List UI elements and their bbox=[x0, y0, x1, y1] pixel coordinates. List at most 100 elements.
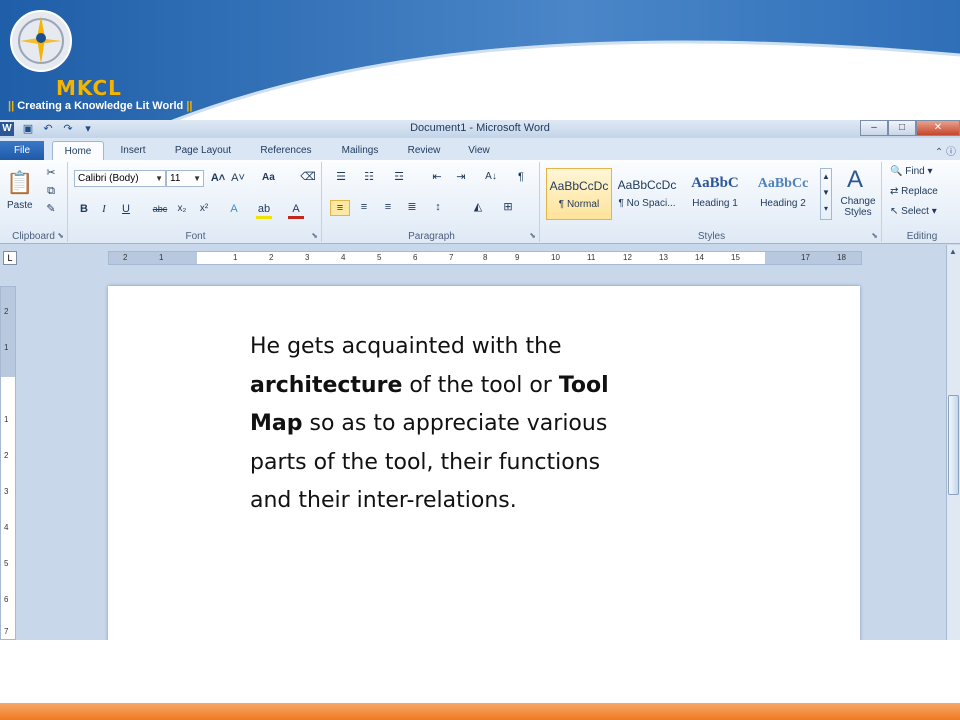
change-styles-label-2: Styles bbox=[844, 207, 872, 218]
style-normal[interactable]: AaBbCcDc ¶ Normal bbox=[546, 168, 612, 220]
ruler-tick: 8 bbox=[483, 253, 488, 262]
editing-group-label: Editing bbox=[906, 231, 938, 242]
change-styles-button[interactable]: Change Styles bbox=[838, 196, 878, 218]
paragraph-group: ☰ ☷ ☲ ⇤ ⇥ A↓ ¶ ≡ ≡ ≡ ≣ ↕ ◭ ⊞ Paragraph ⬊ bbox=[324, 162, 540, 242]
sort-icon[interactable]: A↓ bbox=[482, 170, 500, 184]
ruler-tick: 2 bbox=[269, 253, 274, 262]
change-styles-label-1: Change bbox=[840, 196, 876, 207]
multilevel-list-icon[interactable]: ☲ bbox=[390, 170, 408, 184]
vertical-ruler[interactable]: 2 1 1 2 3 4 5 6 7 bbox=[0, 286, 16, 640]
tab-review[interactable]: Review bbox=[398, 141, 450, 160]
styles-group-label: Styles bbox=[697, 231, 726, 242]
text-line-5: and their inter-relations. bbox=[250, 488, 517, 513]
tagline-bar-left: || bbox=[8, 100, 15, 112]
tab-references[interactable]: References bbox=[250, 141, 322, 160]
font-color-icon[interactable]: A bbox=[288, 202, 304, 219]
text-line-2: of the tool or bbox=[402, 372, 559, 398]
ruler-right-margin bbox=[765, 252, 861, 264]
ribbon-help-controls[interactable]: ⌃ ⓘ bbox=[935, 143, 956, 158]
paste-icon[interactable]: 📋 bbox=[6, 168, 33, 198]
horizontal-ruler[interactable]: 2 1 1 2 3 4 5 6 7 8 9 10 11 12 13 14 15 … bbox=[108, 251, 862, 265]
highlight-icon[interactable]: ab bbox=[256, 202, 272, 219]
style-name: Heading 1 bbox=[692, 198, 738, 209]
ruler-tick: 3 bbox=[305, 253, 310, 262]
align-center-icon[interactable]: ≡ bbox=[354, 200, 374, 214]
change-case-button[interactable]: Aa bbox=[262, 172, 275, 183]
tab-page-layout[interactable]: Page Layout bbox=[164, 141, 242, 160]
title-bar: W ▣ ↶ ↷ ▾ Document1 - Microsoft Word – □… bbox=[0, 120, 960, 138]
tab-file[interactable]: File bbox=[0, 141, 44, 160]
numbering-icon[interactable]: ☷ bbox=[360, 170, 378, 184]
ruler-tick: 1 bbox=[159, 253, 164, 262]
style-heading-2[interactable]: AaBbCc Heading 2 bbox=[750, 168, 816, 220]
scroll-up-icon[interactable]: ▲ bbox=[949, 247, 957, 256]
style-sample: AaBbCcDc bbox=[549, 179, 609, 193]
shading-icon[interactable]: ◭ bbox=[468, 200, 488, 214]
ruler-tick: 1 bbox=[4, 343, 9, 352]
font-name-select[interactable]: Calibri (Body) ▼ bbox=[74, 170, 166, 187]
style-no-spacing[interactable]: AaBbCcDc ¶ No Spaci... bbox=[614, 168, 680, 220]
grow-font-icon[interactable]: A˄ bbox=[210, 171, 226, 185]
italic-icon[interactable]: I bbox=[98, 202, 110, 216]
tab-view[interactable]: View bbox=[458, 141, 500, 160]
vertical-scrollbar[interactable]: ▲ bbox=[946, 245, 960, 640]
font-name-value: Calibri (Body) bbox=[78, 173, 139, 184]
paragraph-launcher-icon[interactable]: ⬊ bbox=[529, 231, 536, 240]
tab-home[interactable]: Home bbox=[52, 141, 104, 160]
bold-icon[interactable]: B bbox=[78, 202, 90, 216]
align-left-icon[interactable]: ≡ bbox=[330, 200, 350, 216]
tab-selector[interactable]: L bbox=[3, 251, 17, 265]
scrollbar-thumb[interactable] bbox=[948, 395, 959, 495]
font-size-select[interactable]: 11 ▼ bbox=[166, 170, 204, 187]
justify-icon[interactable]: ≣ bbox=[402, 200, 422, 214]
styles-scroll-icon[interactable]: ▲ ▼ ▾ bbox=[820, 168, 832, 220]
clear-formatting-icon[interactable]: ⌫ bbox=[300, 170, 316, 184]
show-formatting-icon[interactable]: ¶ bbox=[514, 170, 528, 184]
close-button[interactable]: ✕ bbox=[916, 120, 960, 136]
ruler-tick: 5 bbox=[4, 559, 9, 568]
borders-icon[interactable]: ⊞ bbox=[498, 200, 518, 214]
styles-launcher-icon[interactable]: ⬊ bbox=[871, 231, 878, 240]
shrink-font-icon[interactable]: A˅ bbox=[230, 171, 246, 185]
text-effects-icon[interactable]: A bbox=[226, 202, 242, 216]
select-button[interactable]: ↖ Select ▾ bbox=[890, 206, 937, 217]
superscript-icon[interactable]: x² bbox=[196, 202, 212, 216]
decrease-indent-icon[interactable]: ⇤ bbox=[428, 170, 446, 184]
editing-group: 🔍 Find ▾ ⇄ Replace ↖ Select ▾ Editing bbox=[884, 162, 960, 242]
minimize-button[interactable]: – bbox=[860, 120, 888, 136]
maximize-button[interactable]: □ bbox=[888, 120, 916, 136]
style-sample: AaBbCc bbox=[757, 176, 809, 191]
style-heading-1[interactable]: AaBbC Heading 1 bbox=[682, 168, 748, 220]
bold-term-map: Map bbox=[250, 411, 303, 436]
bullets-icon[interactable]: ☰ bbox=[332, 170, 350, 184]
tab-insert[interactable]: Insert bbox=[110, 141, 156, 160]
chevron-down-icon: ▼ bbox=[193, 174, 201, 183]
cut-icon[interactable]: ✂ bbox=[44, 166, 58, 180]
strikethrough-icon[interactable]: abc bbox=[150, 202, 170, 216]
change-styles-icon[interactable]: A bbox=[840, 166, 870, 194]
replace-button[interactable]: ⇄ Replace bbox=[890, 186, 938, 197]
document-page[interactable]: He gets acquainted with the architecture… bbox=[108, 286, 860, 640]
align-right-icon[interactable]: ≡ bbox=[378, 200, 398, 214]
ruler-tick: 1 bbox=[4, 415, 9, 424]
ruler-tick: 12 bbox=[623, 253, 632, 262]
ruler-tick: 9 bbox=[515, 253, 520, 262]
format-painter-icon[interactable]: ✎ bbox=[44, 202, 58, 216]
copy-icon[interactable]: ⧉ bbox=[44, 184, 58, 198]
subscript-icon[interactable]: x₂ bbox=[174, 202, 190, 216]
chevron-down-icon: ▼ bbox=[155, 174, 163, 183]
paste-button[interactable]: Paste bbox=[7, 200, 33, 211]
logo-name: MKCL bbox=[56, 76, 122, 100]
tab-mailings[interactable]: Mailings bbox=[330, 141, 390, 160]
find-button[interactable]: 🔍 Find ▾ bbox=[890, 166, 933, 177]
line-spacing-icon[interactable]: ↕ bbox=[428, 200, 448, 214]
underline-icon[interactable]: U bbox=[120, 202, 132, 216]
font-launcher-icon[interactable]: ⬊ bbox=[311, 231, 318, 240]
ruler-top-margin bbox=[1, 287, 15, 377]
select-label: Select bbox=[901, 206, 929, 217]
lamp-emblem-icon bbox=[10, 10, 72, 72]
clipboard-launcher-icon[interactable]: ⬊ bbox=[57, 231, 64, 240]
bold-term-tool: Tool bbox=[558, 372, 609, 398]
increase-indent-icon[interactable]: ⇥ bbox=[452, 170, 470, 184]
document-body-text[interactable]: He gets acquainted with the architecture… bbox=[250, 328, 690, 521]
